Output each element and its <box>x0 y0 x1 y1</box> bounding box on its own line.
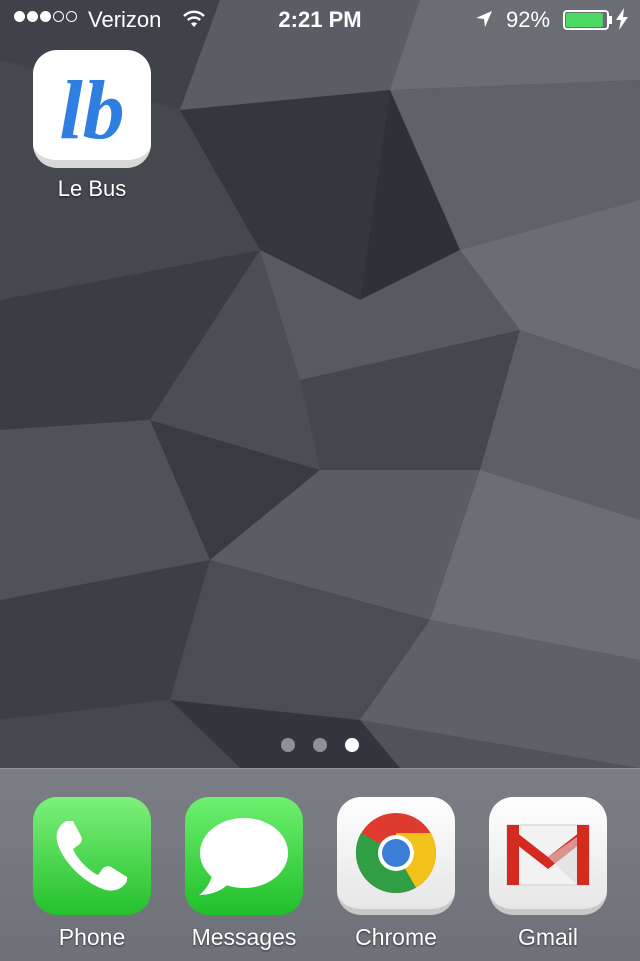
dock: Phone Messages Chrome Gmail <box>0 768 640 961</box>
app-label: Chrome <box>355 924 437 950</box>
dock-app-gmail[interactable]: Gmail <box>488 797 608 951</box>
phone-icon <box>33 797 151 915</box>
page-dot-active[interactable] <box>345 738 359 752</box>
le-bus-logo-icon: lb <box>33 50 151 168</box>
battery-percent: 92% <box>506 7 551 32</box>
dock-app-chrome[interactable]: Chrome <box>336 797 456 951</box>
le-bus-logo-text: lb <box>59 64 124 157</box>
page-dot[interactable] <box>313 738 327 752</box>
battery-fill <box>566 13 603 27</box>
messages-icon <box>185 797 303 915</box>
page-indicator[interactable] <box>0 738 640 752</box>
app-label: Phone <box>58 924 126 950</box>
battery-icon <box>563 10 612 30</box>
dock-app-phone[interactable]: Phone <box>32 797 152 951</box>
gmail-icon <box>489 797 607 915</box>
charging-bolt-icon <box>616 8 628 30</box>
app-label: Messages <box>191 924 297 950</box>
app-label: Gmail <box>517 924 579 950</box>
status-bar: Verizon 2:21 PM 92% <box>0 0 640 40</box>
app-le-bus[interactable]: lb Le Bus <box>32 50 152 202</box>
page-dot[interactable] <box>281 738 295 752</box>
location-arrow-icon <box>476 11 492 27</box>
app-label: Le Bus <box>57 176 127 201</box>
chrome-icon <box>337 797 455 915</box>
dock-app-messages[interactable]: Messages <box>184 797 304 951</box>
